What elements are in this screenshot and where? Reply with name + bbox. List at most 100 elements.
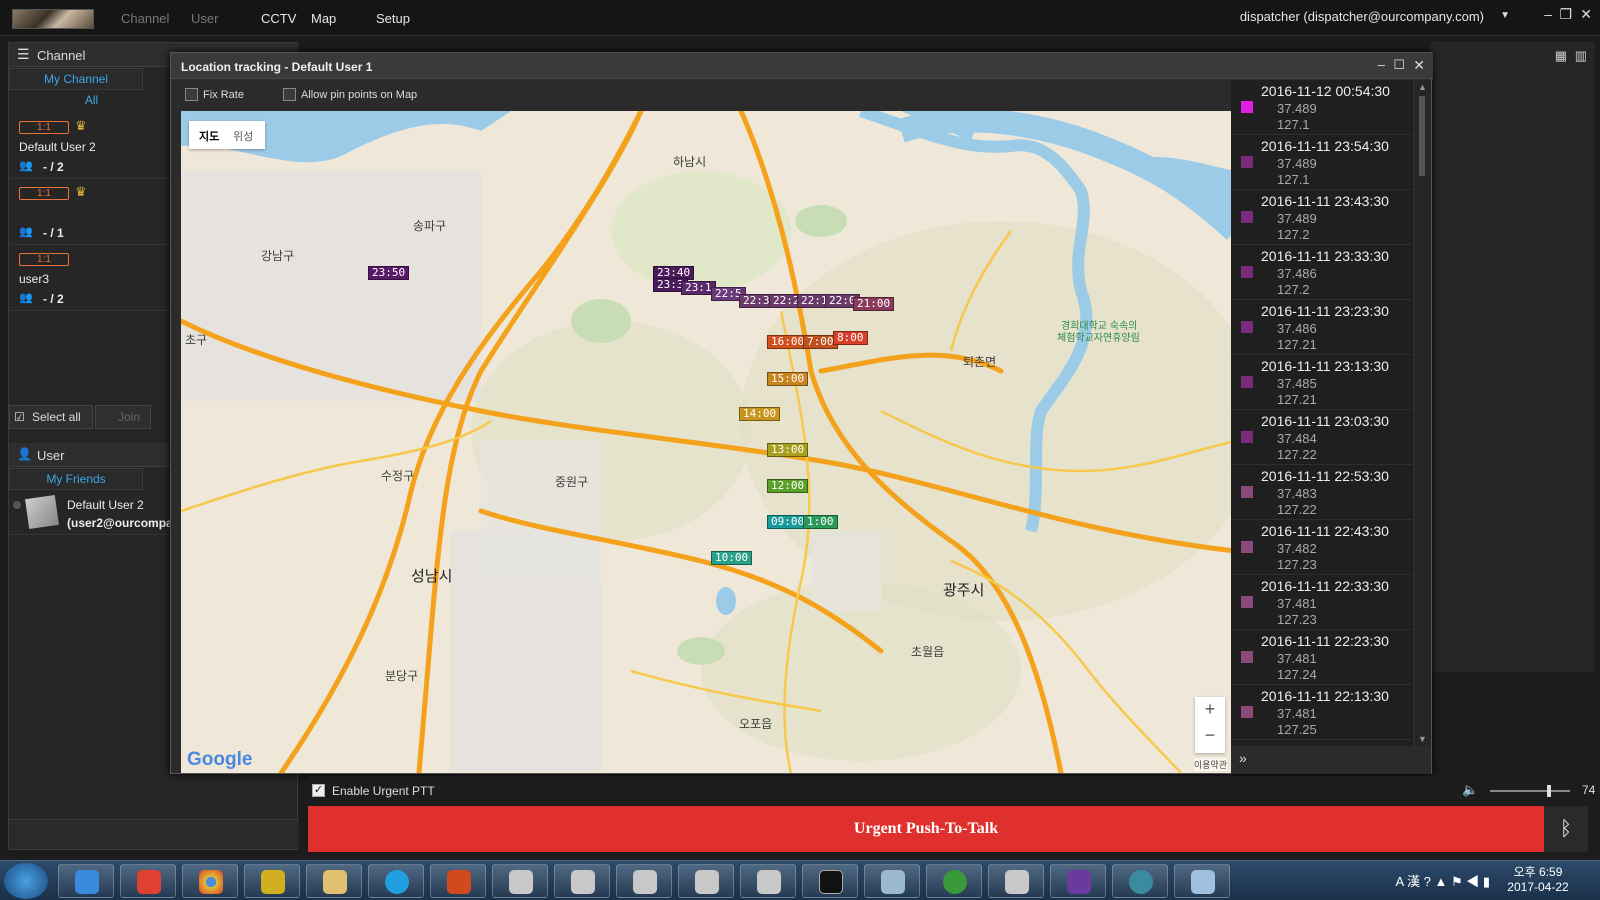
select-all-button[interactable]: ☑ Select all: [9, 405, 93, 429]
join-button[interactable]: Join: [95, 405, 151, 429]
location-timestamp: 2016-11-11 23:43:30: [1261, 193, 1389, 209]
time-marker[interactable]: 09:00: [767, 515, 809, 529]
dialog-close-icon[interactable]: ✕: [1413, 57, 1425, 74]
avatar: [25, 495, 59, 529]
channel-item[interactable]: 1:1 user3 👥 - / 2: [9, 245, 174, 311]
grid-view-icon[interactable]: ▦: [1555, 48, 1567, 64]
bluetooth-icon[interactable]: ᛒ: [1544, 806, 1588, 852]
volume-thumb[interactable]: [1547, 785, 1552, 797]
tab-my-channel[interactable]: My Channel: [9, 68, 143, 90]
map-terms-link[interactable]: 이용약관: [1193, 758, 1227, 771]
menu-icon[interactable]: ☰: [17, 46, 30, 63]
location-row[interactable]: 2016-11-11 23:43:30 37.489 127.2: [1231, 190, 1413, 245]
menu-cctv[interactable]: CCTV: [261, 11, 296, 26]
allow-pin-checkbox[interactable]: [283, 88, 296, 101]
paint-icon[interactable]: [1174, 864, 1230, 898]
split-view-icon[interactable]: ▥: [1575, 48, 1587, 64]
java-icon[interactable]: [678, 864, 734, 898]
app-circle-icon[interactable]: [1112, 864, 1168, 898]
java-icon[interactable]: [988, 864, 1044, 898]
current-user[interactable]: dispatcher (dispatcher@ourcompany.com): [1240, 9, 1484, 24]
time-marker[interactable]: 14:00: [739, 407, 781, 421]
filter-all[interactable]: All: [9, 90, 174, 112]
location-row[interactable]: 2016-11-11 22:33:30 37.481 127.23: [1231, 575, 1413, 630]
location-row[interactable]: 2016-11-11 23:23:30 37.486 127.21: [1231, 300, 1413, 355]
time-marker[interactable]: 16:00: [767, 335, 809, 349]
menu-channel[interactable]: Channel: [121, 11, 169, 26]
visual-studio-icon[interactable]: [1050, 864, 1106, 898]
enable-urgent-checkbox[interactable]: ✓: [312, 784, 325, 797]
location-row[interactable]: 2016-11-11 23:54:30 37.489 127.1: [1231, 135, 1413, 190]
user-dropdown-icon[interactable]: ▼: [1500, 10, 1510, 21]
dialog-options: Fix Rate Allow pin points on Map: [171, 80, 1231, 110]
minimize-icon[interactable]: –: [1544, 6, 1552, 22]
dialog-maximize-icon[interactable]: ☐: [1393, 57, 1405, 73]
location-row[interactable]: 2016-11-11 23:33:30 37.486 127.2: [1231, 245, 1413, 300]
channel-item[interactable]: 1:1 ♛ Default User 2 👥 - / 2: [9, 113, 174, 179]
folder-icon[interactable]: [306, 864, 362, 898]
dialog-titlebar[interactable]: Location tracking - Default User 1 – ☐ ✕: [171, 53, 1433, 79]
scroll-up-icon[interactable]: ▲: [1418, 82, 1427, 92]
scroll-thumb[interactable]: [1419, 96, 1425, 176]
expand-icon[interactable]: »: [1239, 750, 1247, 766]
location-row[interactable]: 2016-11-11 23:03:30 37.484 127.22: [1231, 410, 1413, 465]
location-row[interactable]: 2016-11-11 22:13:30 37.481 127.25: [1231, 685, 1413, 740]
system-tray[interactable]: A 漢 ? ▲ ⚑ ◀ ▮: [1395, 871, 1490, 890]
time-marker[interactable]: 15:00: [767, 372, 809, 386]
location-list-scrollbar[interactable]: ▲ ▼: [1415, 80, 1431, 746]
volume-slider[interactable]: [1490, 785, 1570, 797]
location-row[interactable]: 2016-11-12 00:54:30 37.489 127.1: [1231, 80, 1413, 135]
scroll-down-icon[interactable]: ▼: [1418, 734, 1427, 744]
time-marker[interactable]: 21:00: [853, 297, 895, 311]
location-row[interactable]: 2016-11-11 22:53:30 37.483 127.22: [1231, 465, 1413, 520]
zoom-out-button[interactable]: −: [1195, 725, 1225, 746]
close-icon[interactable]: ✕: [1580, 6, 1592, 23]
restore-icon[interactable]: ❐: [1559, 6, 1572, 23]
location-row[interactable]: 2016-11-11 22:23:30 37.481 127.24: [1231, 630, 1413, 685]
app-blue-icon[interactable]: [864, 864, 920, 898]
start-button[interactable]: [4, 863, 48, 899]
time-marker[interactable]: 8:00: [833, 331, 868, 345]
location-timestamp: 2016-11-12 00:54:30: [1261, 83, 1390, 99]
menu-map[interactable]: Map: [311, 11, 336, 26]
location-lat: 37.486: [1277, 266, 1317, 281]
time-marker[interactable]: 13:00: [767, 443, 809, 457]
time-marker[interactable]: 12:00: [767, 479, 809, 493]
channel-item[interactable]: 1:1 ♛ 👥 - / 1: [9, 179, 174, 245]
color-swatch: [1241, 156, 1253, 168]
zoom-in-button[interactable]: +: [1195, 699, 1225, 720]
tab-satellite[interactable]: 위성: [233, 128, 253, 144]
location-row[interactable]: 2016-11-11 23:13:30 37.485 127.21: [1231, 355, 1413, 410]
java-icon[interactable]: [554, 864, 610, 898]
app-red-icon[interactable]: [120, 864, 176, 898]
time-marker[interactable]: 23:50: [368, 266, 410, 280]
join-label: Join: [118, 410, 141, 424]
list-footer: »: [1231, 746, 1431, 774]
tab-my-friends[interactable]: My Friends: [9, 468, 143, 490]
ie-icon[interactable]: [58, 864, 114, 898]
menu-setup[interactable]: Setup: [376, 11, 410, 26]
java-icon[interactable]: [740, 864, 796, 898]
menu-user[interactable]: User: [191, 11, 218, 26]
ue-icon[interactable]: [244, 864, 300, 898]
map-view[interactable]: 지도 위성 하남시 송파구 강남구 초구 수정구 중원구 성남시 분당구 광주시…: [181, 111, 1235, 773]
location-row[interactable]: 2016-11-11 22:43:30 37.482 127.23: [1231, 520, 1413, 575]
java-icon[interactable]: [616, 864, 672, 898]
clock[interactable]: 오후 6:59 2017-04-22: [1498, 865, 1578, 895]
skype-icon[interactable]: [368, 864, 424, 898]
location-lat: 37.484: [1277, 431, 1317, 446]
powerpoint-icon[interactable]: [430, 864, 486, 898]
map-label: 성남시: [411, 568, 453, 585]
clock-date: 2017-04-22: [1507, 880, 1569, 894]
chrome-icon[interactable]: [182, 864, 238, 898]
time-marker[interactable]: 10:00: [711, 551, 753, 565]
java-icon[interactable]: [492, 864, 548, 898]
hs-icon[interactable]: [926, 864, 982, 898]
urgent-ptt-button[interactable]: Urgent Push-To-Talk: [308, 806, 1544, 852]
friend-item[interactable]: Default User 2 (user2@ourcompa: [9, 493, 174, 535]
cmd-icon[interactable]: [802, 864, 858, 898]
fix-rate-checkbox[interactable]: [185, 88, 198, 101]
tab-map[interactable]: 지도: [199, 128, 219, 144]
time-marker[interactable]: 1:00: [803, 515, 838, 529]
dialog-minimize-icon[interactable]: –: [1378, 57, 1385, 72]
